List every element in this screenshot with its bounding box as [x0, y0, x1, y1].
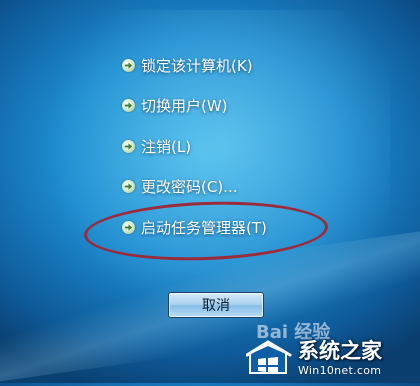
menu-item-switch-user[interactable]: 切换用户(W) — [122, 94, 228, 116]
arrow-right-icon — [122, 58, 135, 72]
arrow-right-icon — [122, 98, 135, 112]
arrow-right-icon — [122, 139, 135, 153]
menu-item-log-off[interactable]: 注销(L) — [122, 135, 191, 157]
menu-item-label: 切换用户(W) — [141, 96, 228, 115]
cancel-button[interactable]: 取消 — [168, 292, 264, 318]
arrow-right-icon — [122, 179, 135, 193]
site-logo-icon — [246, 339, 292, 374]
site-url: Win10net.com — [298, 364, 382, 377]
menu-item-change-password[interactable]: 更改密码(C)... — [122, 175, 237, 197]
menu-item-label: 锁定该计算机(K) — [141, 56, 253, 75]
site-name: 系统之家 — [298, 339, 382, 363]
menu-item-label: 更改密码(C)... — [141, 177, 238, 196]
menu-item-label: 注销(L) — [141, 137, 192, 156]
menu-item-lock-computer[interactable]: 锁定该计算机(K) — [122, 54, 253, 76]
site-logo: 系统之家 Win10net.com — [246, 334, 420, 383]
